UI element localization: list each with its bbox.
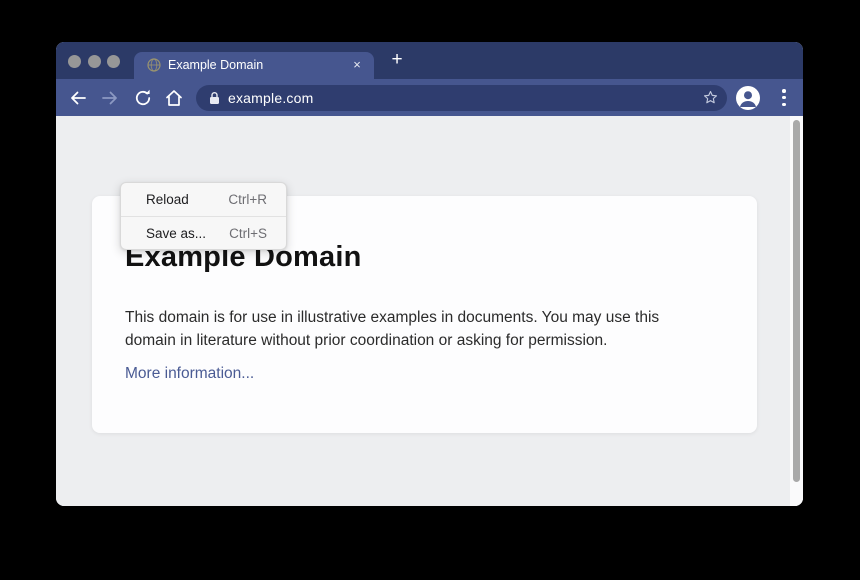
menu-item-shortcut: Ctrl+R	[228, 192, 267, 207]
browser-window: Example Domain × +	[56, 42, 803, 506]
close-window-button[interactable]	[68, 55, 81, 68]
browser-tab-example-domain[interactable]: Example Domain ×	[134, 52, 374, 79]
profile-avatar-button[interactable]	[736, 86, 760, 110]
new-tab-button[interactable]: +	[384, 47, 410, 73]
tab-close-icon[interactable]: ×	[349, 52, 365, 79]
context-menu: Reload Ctrl+R Save as... Ctrl+S	[120, 182, 287, 250]
maximize-window-button[interactable]	[107, 55, 120, 68]
url-text[interactable]: example.com	[228, 85, 313, 111]
toolbar: example.com	[56, 79, 803, 116]
bookmark-star-icon[interactable]	[702, 89, 719, 106]
page-paragraph: This domain is for use in illustrative e…	[125, 306, 705, 352]
forward-button[interactable]	[100, 88, 120, 108]
address-bar[interactable]: example.com	[196, 85, 727, 111]
back-button[interactable]	[68, 88, 88, 108]
reload-button[interactable]	[133, 88, 153, 108]
minimize-window-button[interactable]	[88, 55, 101, 68]
home-button[interactable]	[164, 88, 184, 108]
titlebar: Example Domain × +	[56, 42, 803, 79]
globe-favicon-icon	[147, 58, 161, 72]
screenshot-stage: Example Domain × +	[0, 0, 860, 580]
menu-item-shortcut: Ctrl+S	[229, 226, 267, 241]
browser-menu-button[interactable]	[779, 87, 789, 108]
tab-title: Example Domain	[168, 52, 263, 79]
menu-item-label: Save as...	[146, 226, 206, 241]
context-menu-item-reload[interactable]: Reload Ctrl+R	[121, 183, 286, 216]
more-information-link[interactable]: More information...	[125, 362, 254, 385]
menu-item-label: Reload	[146, 192, 189, 207]
scrollbar-thumb[interactable]	[793, 120, 800, 482]
context-menu-item-save-as[interactable]: Save as... Ctrl+S	[121, 216, 286, 249]
page-viewport: Example Domain This domain is for use in…	[56, 116, 803, 506]
lock-icon[interactable]	[208, 91, 221, 105]
